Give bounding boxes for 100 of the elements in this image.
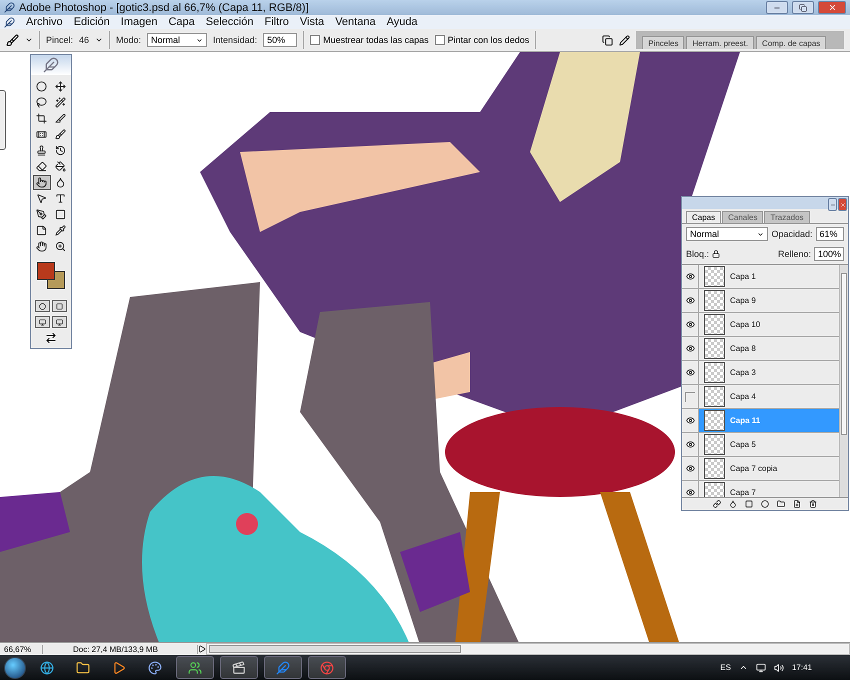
panel-tab[interactable]: Canales <box>722 211 764 223</box>
layer-name: Capa 9 <box>730 296 756 305</box>
taskbar-button[interactable] <box>220 656 258 679</box>
standard-mode-button[interactable] <box>35 300 50 312</box>
restore-button[interactable] <box>792 1 814 14</box>
tool-preset-icon[interactable] <box>6 34 19 46</box>
minimize-icon <box>830 202 836 208</box>
eye-icon[interactable] <box>686 416 694 425</box>
layer-thumbnail <box>704 482 725 497</box>
jump-icon[interactable] <box>45 332 57 344</box>
checkbox[interactable]: Muestrear todas las capas <box>310 35 429 45</box>
layer-row[interactable]: Capa 3 <box>682 361 839 385</box>
eye-icon[interactable] <box>686 272 694 281</box>
lock-icon[interactable] <box>712 250 720 258</box>
strength-label: Intensidad: <box>213 35 258 45</box>
opacity-label: Opacidad: <box>771 229 813 239</box>
minimize-button[interactable] <box>828 198 837 211</box>
layer-row[interactable]: Capa 8 <box>682 337 839 361</box>
play-icon[interactable] <box>198 645 206 653</box>
taskbar-button[interactable] <box>176 656 214 679</box>
mode-select[interactable]: Normal <box>147 33 208 47</box>
tool-icon <box>55 145 66 156</box>
edit-icon[interactable] <box>619 34 630 46</box>
tool-icon <box>55 113 66 124</box>
menu-item[interactable]: Ventana <box>335 16 376 28</box>
fill-label: Relleno: <box>778 249 811 259</box>
brush-size[interactable]: 46 <box>79 35 90 45</box>
layer-row[interactable]: Capa 1 <box>682 265 839 289</box>
start-button[interactable] <box>4 656 26 678</box>
strength-field[interactable]: 50% <box>263 33 298 47</box>
network-icon[interactable] <box>756 662 766 672</box>
panel-tab[interactable]: Capas <box>686 211 722 223</box>
panel-tab[interactable]: Trazados <box>764 211 810 223</box>
blend-mode-select[interactable]: Normal <box>686 227 768 241</box>
layer-name: Capa 8 <box>730 344 756 353</box>
opacity-field[interactable]: 61% <box>816 227 844 241</box>
eye-icon[interactable] <box>686 488 694 497</box>
menu-item[interactable]: Archivo <box>26 16 63 28</box>
layer-row[interactable]: Capa 7 copia <box>682 457 839 481</box>
foreground-swatch[interactable] <box>37 262 55 280</box>
menu-item[interactable]: Selección <box>206 16 254 28</box>
layer-thumbnail <box>704 434 725 455</box>
eye-icon[interactable] <box>686 320 694 329</box>
eye-icon[interactable] <box>686 368 694 377</box>
folder-icon[interactable] <box>777 500 785 508</box>
layer-row[interactable]: Capa 10 <box>682 313 839 337</box>
volume-icon[interactable] <box>774 662 784 672</box>
tool-button[interactable] <box>32 175 50 190</box>
menu-item[interactable]: Ayuda <box>386 16 418 28</box>
screen-mode-button[interactable] <box>52 316 67 328</box>
tool-icon <box>55 81 66 92</box>
mask-icon[interactable] <box>745 500 753 508</box>
app-icon <box>4 2 15 13</box>
screen-mode-button[interactable] <box>35 316 50 328</box>
tool-icon <box>36 113 47 124</box>
eye-icon[interactable] <box>686 296 694 305</box>
menu-item[interactable]: Imagen <box>120 16 158 28</box>
tool-icon <box>36 81 47 92</box>
menu-item[interactable]: Edición <box>74 16 110 28</box>
layer-thumbnail <box>704 362 725 383</box>
menu-item[interactable]: Vista <box>300 16 324 28</box>
scrollbar[interactable] <box>839 265 848 497</box>
layer-row[interactable]: Capa 4 <box>682 385 839 409</box>
link-icon[interactable] <box>713 500 721 508</box>
eye-icon[interactable] <box>686 464 694 473</box>
feather-icon <box>276 660 290 674</box>
new-layer-icon[interactable] <box>793 500 801 508</box>
mode-label: Modo: <box>116 35 142 45</box>
tool-icon <box>55 129 66 140</box>
chrome-icon <box>320 660 334 674</box>
palette-tab[interactable]: Herram. preest. <box>686 36 754 49</box>
feather-icon <box>43 57 59 73</box>
layer-name: Capa 11 <box>730 416 760 425</box>
layer-row[interactable]: Capa 5 <box>682 433 839 457</box>
trash-icon[interactable] <box>809 500 817 508</box>
menu-item[interactable]: Capa <box>168 16 195 28</box>
caret-icon[interactable] <box>95 36 104 44</box>
palette-icon[interactable] <box>602 34 614 46</box>
clock[interactable]: 17:41 <box>792 663 812 672</box>
fill-field[interactable]: 100% <box>814 247 844 261</box>
mask-mode-button[interactable] <box>52 300 67 312</box>
menu-item[interactable]: Filtro <box>264 16 289 28</box>
checkbox[interactable]: Pintar con los dedos <box>434 35 530 45</box>
eye-icon[interactable] <box>686 440 694 449</box>
palette-tab[interactable]: Comp. de capas <box>756 36 826 49</box>
caret-icon[interactable] <box>25 36 33 44</box>
adjustment-icon[interactable] <box>761 500 769 508</box>
visibility-toggle[interactable] <box>685 392 695 402</box>
messenger-icon <box>188 660 202 674</box>
close-button[interactable] <box>838 198 847 211</box>
layer-name: Capa 10 <box>730 320 760 329</box>
style-icon[interactable] <box>729 500 737 508</box>
layer-row[interactable]: Capa 9 <box>682 289 839 313</box>
palette-tab[interactable]: Pinceles <box>642 36 684 49</box>
caret-icon <box>757 230 764 238</box>
monitor-icon <box>56 318 63 326</box>
eye-icon[interactable] <box>686 344 694 353</box>
caret-icon[interactable] <box>738 663 748 672</box>
language-indicator[interactable]: ES <box>720 663 731 672</box>
scrollbar[interactable] <box>206 643 850 655</box>
